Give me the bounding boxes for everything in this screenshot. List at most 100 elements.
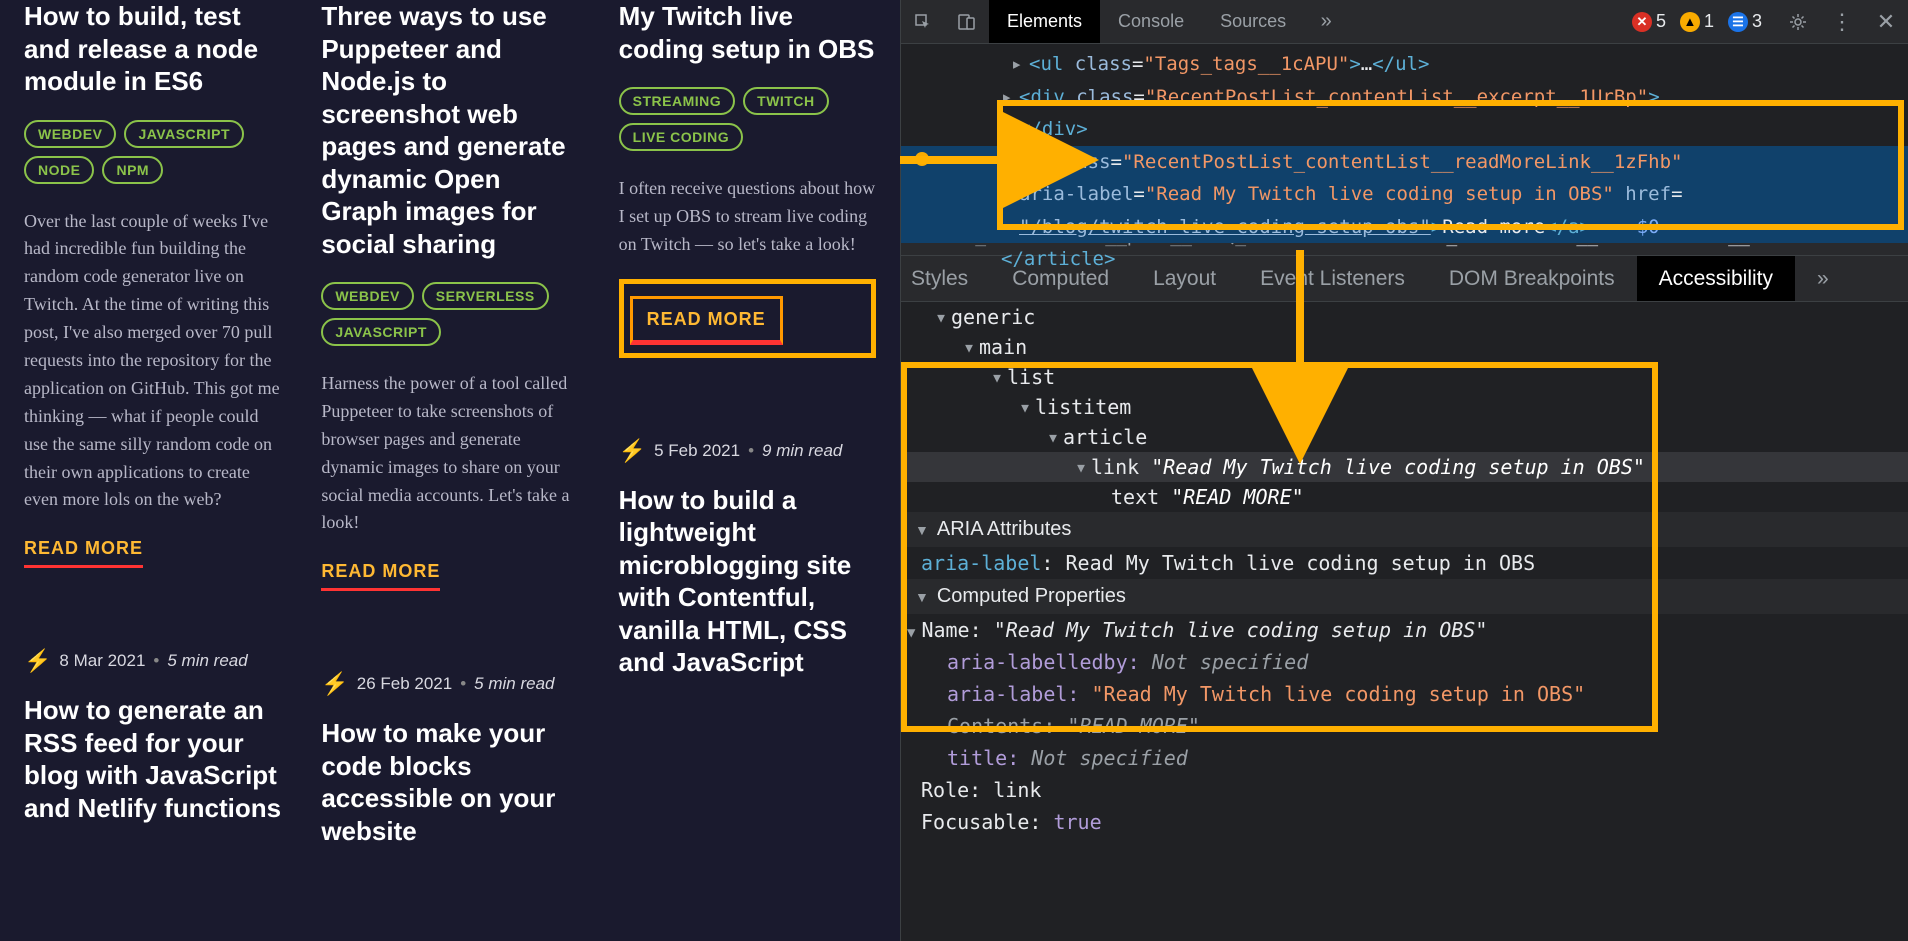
warning-count: 1 bbox=[1704, 11, 1714, 32]
post-title[interactable]: How to build, test and release a node mo… bbox=[24, 0, 281, 98]
read-more-link-highlighted[interactable]: READ MORE bbox=[630, 296, 783, 345]
info-count: 3 bbox=[1752, 11, 1762, 32]
kv-value: "Read My Twitch live coding setup in OBS… bbox=[994, 618, 1488, 642]
computed-row: Contents: "READ MORE" bbox=[901, 710, 1908, 742]
accessibility-tree[interactable]: ▾generic ▾main ▾list ▾listitem ▾article … bbox=[901, 302, 1908, 512]
post-title[interactable]: How to generate an RSS feed for your blo… bbox=[24, 694, 281, 824]
dom-line-selected[interactable]: aria-label="Read My Twitch live coding s… bbox=[901, 178, 1908, 211]
breakpoint-dot-icon[interactable] bbox=[915, 152, 929, 166]
kv-key: aria-labelledby: bbox=[947, 650, 1140, 674]
aria-attr-row: aria-label: Read My Twitch live coding s… bbox=[901, 547, 1908, 579]
aria-attributes-header[interactable]: ▼ARIA Attributes bbox=[901, 512, 1908, 547]
tag[interactable]: NPM bbox=[102, 156, 163, 184]
bolt-icon: ⚡ bbox=[619, 438, 646, 464]
bolt-icon: ⚡ bbox=[321, 671, 348, 697]
post-date: 26 Feb 2021 bbox=[357, 674, 452, 694]
post-column-3: My Twitch live coding setup in OBS STREA… bbox=[619, 0, 876, 941]
kv-value: "READ MORE" bbox=[1067, 714, 1199, 738]
kv-key: title: bbox=[947, 746, 1019, 770]
settings-gear-icon[interactable] bbox=[1776, 0, 1820, 43]
post-title[interactable]: How to make your code blocks accessible … bbox=[321, 717, 578, 847]
kv-key: aria-label: bbox=[947, 682, 1079, 706]
device-toggle-icon[interactable] bbox=[945, 0, 989, 43]
tag-list: WEBDEV JAVASCRIPT NODE NPM bbox=[24, 120, 281, 184]
read-more-link[interactable]: READ MORE bbox=[24, 538, 143, 568]
dom-tree[interactable]: ▸<ul class="Tags_tags__1cAPU">…</ul> ▸<d… bbox=[901, 44, 1908, 216]
dom-line[interactable]: ▸<ul class="Tags_tags__1cAPU">…</ul> bbox=[901, 48, 1908, 81]
warning-count-badge[interactable]: ▲1 bbox=[1680, 11, 1714, 32]
kv-value: "Read My Twitch live coding setup in OBS… bbox=[1092, 682, 1586, 706]
dom-text: Read more bbox=[1442, 216, 1545, 238]
dom-href[interactable]: "/blog/twitch-live-coding-setup-obs" bbox=[1019, 216, 1431, 238]
kv-value: Not specified bbox=[1031, 746, 1188, 770]
separator-dot: • bbox=[748, 441, 754, 461]
post-title[interactable]: How to build a lightweight microblogging… bbox=[619, 484, 876, 679]
kv-value: Not specified bbox=[1152, 650, 1309, 674]
computed-row: aria-label: "Read My Twitch live coding … bbox=[901, 678, 1908, 710]
post-column-1: How to build, test and release a node mo… bbox=[24, 0, 281, 941]
post-title[interactable]: Three ways to use Puppeteer and Node.js … bbox=[321, 0, 578, 260]
kv-value: Read My Twitch live coding setup in OBS bbox=[1066, 551, 1536, 575]
post-date: 8 Mar 2021 bbox=[59, 651, 145, 671]
dom-$0: == $0 bbox=[1591, 216, 1660, 238]
computed-row-name[interactable]: ▼Name: "Read My Twitch live coding setup… bbox=[901, 614, 1908, 646]
dom-line[interactable]: </article> bbox=[901, 243, 1908, 276]
tag[interactable]: WEBDEV bbox=[24, 120, 116, 148]
tag-list: WEBDEV SERVERLESS JAVASCRIPT bbox=[321, 282, 578, 346]
devtools-panel: Elements Console Sources » ✕5 ▲1 ☰3 ⋮ ✕ … bbox=[900, 0, 1908, 941]
computed-row-role: Role: link bbox=[901, 774, 1908, 806]
tag[interactable]: SERVERLESS bbox=[422, 282, 549, 310]
kv-key: Role: bbox=[921, 778, 981, 802]
tab-sources[interactable]: Sources bbox=[1202, 0, 1304, 43]
inspect-icon[interactable] bbox=[901, 0, 945, 43]
kebab-menu-icon[interactable]: ⋮ bbox=[1820, 0, 1864, 43]
post-date: 5 Feb 2021 bbox=[654, 441, 740, 461]
tag-list: STREAMING TWITCH LIVE CODING bbox=[619, 87, 876, 151]
tree-node[interactable]: text "READ MORE" bbox=[901, 482, 1908, 512]
kv-key: Contents: bbox=[947, 714, 1055, 738]
read-time: 5 min read bbox=[167, 651, 247, 671]
post-excerpt: Over the last couple of weeks I've had i… bbox=[24, 208, 281, 515]
devtools-tab-bar: Elements Console Sources » ✕5 ▲1 ☰3 ⋮ ✕ bbox=[901, 0, 1908, 44]
tree-node[interactable]: ▾generic bbox=[901, 302, 1908, 332]
dom-line-selected[interactable]: <a class="RecentPostList_contentList__re… bbox=[901, 146, 1908, 179]
kv-key: aria-label bbox=[921, 551, 1041, 575]
error-count: 5 bbox=[1656, 11, 1666, 32]
info-count-badge[interactable]: ☰3 bbox=[1728, 11, 1762, 32]
dom-line[interactable]: </div> bbox=[901, 113, 1908, 146]
post-excerpt: I often receive questions about how I se… bbox=[619, 175, 876, 259]
tab-console[interactable]: Console bbox=[1100, 0, 1202, 43]
separator-dot: • bbox=[153, 651, 159, 671]
dom-line[interactable]: ▸<div class="RecentPostList_contentList_… bbox=[901, 81, 1908, 114]
computed-properties-header[interactable]: ▼Computed Properties bbox=[901, 579, 1908, 614]
close-icon[interactable]: ✕ bbox=[1864, 0, 1908, 43]
tag[interactable]: WEBDEV bbox=[321, 282, 413, 310]
error-count-badge[interactable]: ✕5 bbox=[1632, 11, 1666, 32]
annotation-box: READ MORE bbox=[619, 279, 876, 358]
blog-site: How to build, test and release a node mo… bbox=[0, 0, 900, 941]
tag[interactable]: NODE bbox=[24, 156, 94, 184]
kv-value: true bbox=[1053, 810, 1101, 834]
post-title[interactable]: My Twitch live coding setup in OBS bbox=[619, 0, 876, 65]
tag[interactable]: STREAMING bbox=[619, 87, 736, 115]
tag[interactable]: JAVASCRIPT bbox=[124, 120, 244, 148]
more-tabs-icon[interactable]: » bbox=[1304, 0, 1348, 43]
tab-elements[interactable]: Elements bbox=[989, 0, 1100, 43]
separator-dot: • bbox=[460, 674, 466, 694]
read-time: 9 min read bbox=[762, 441, 842, 461]
tree-node[interactable]: ▾article bbox=[901, 422, 1908, 452]
tag[interactable]: LIVE CODING bbox=[619, 123, 744, 151]
tree-node[interactable]: ▾listitem bbox=[901, 392, 1908, 422]
tag[interactable]: TWITCH bbox=[743, 87, 828, 115]
tree-node-selected[interactable]: ▾link "Read My Twitch live coding setup … bbox=[901, 452, 1908, 482]
dom-line-selected[interactable]: "/blog/twitch-live-coding-setup-obs">Rea… bbox=[901, 211, 1908, 244]
post-meta: ⚡ 5 Feb 2021 • 9 min read bbox=[619, 438, 876, 464]
tree-node[interactable]: ▾main bbox=[901, 332, 1908, 362]
read-time: 5 min read bbox=[474, 674, 554, 694]
read-more-link[interactable]: READ MORE bbox=[321, 561, 440, 591]
post-meta: ⚡ 8 Mar 2021 • 5 min read bbox=[24, 648, 281, 674]
tree-node[interactable]: ▾list bbox=[901, 362, 1908, 392]
bolt-icon: ⚡ bbox=[24, 648, 51, 674]
tag[interactable]: JAVASCRIPT bbox=[321, 318, 441, 346]
computed-row-focusable: Focusable: true bbox=[901, 806, 1908, 838]
